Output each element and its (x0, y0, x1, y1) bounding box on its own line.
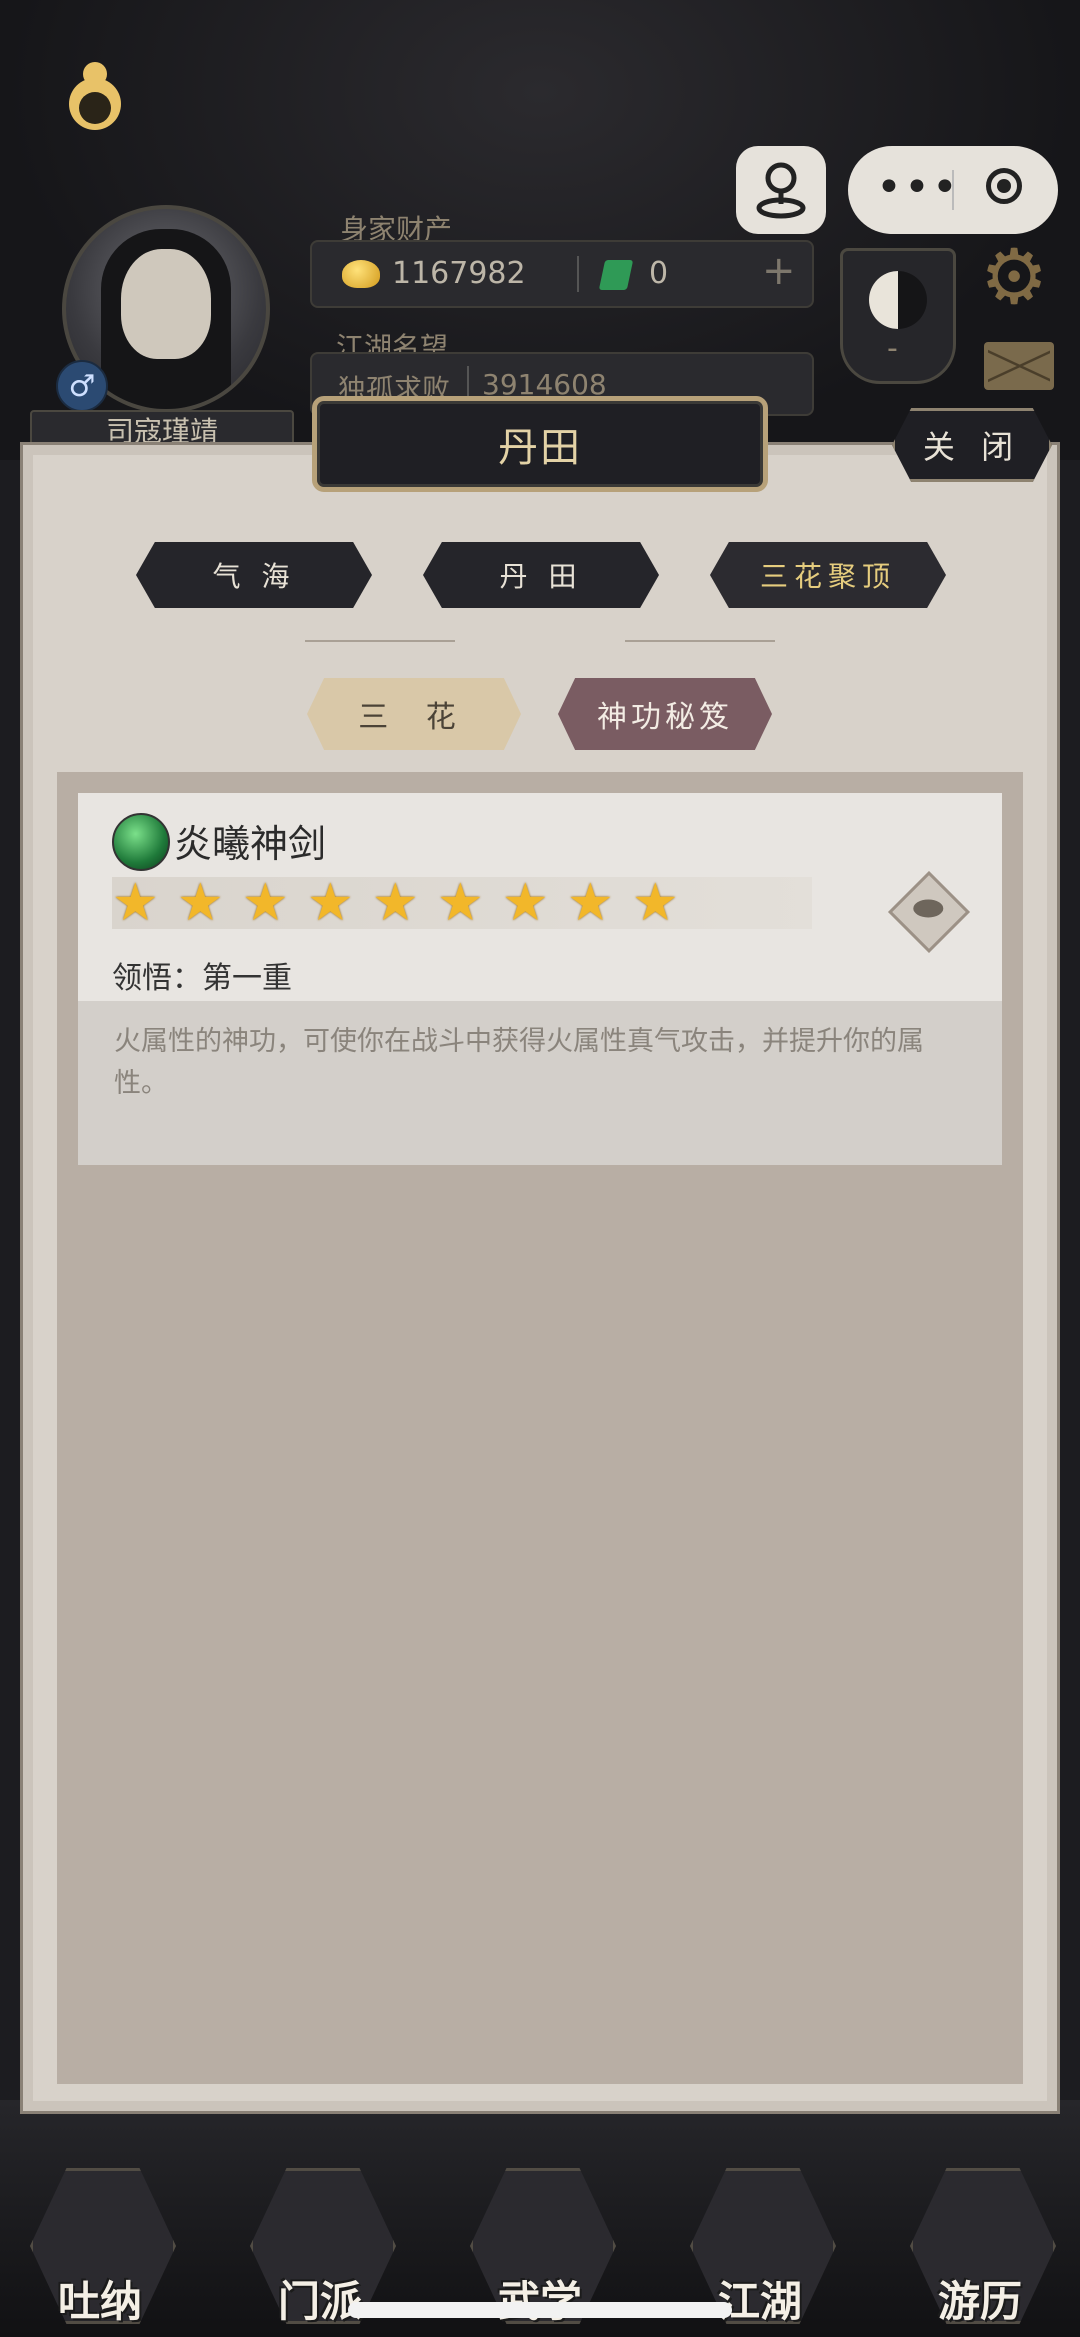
banner-value: - (887, 331, 898, 366)
close-target-icon[interactable] (986, 168, 1022, 204)
nav-tuna[interactable]: 吐纳 (20, 2268, 180, 2329)
user-pin-icon (756, 162, 806, 219)
skill-name: 炎曦神剑 (174, 822, 327, 866)
star-icon: ★ (242, 873, 289, 933)
sword-skill-icon (112, 813, 170, 871)
view-details-button[interactable] (887, 870, 971, 954)
home-indicator[interactable] (348, 2302, 732, 2318)
skill-card[interactable]: 炎曦神剑 ★ ★ ★ ★ ★ ★ ★ ★ ★ 领悟：第一重 火属性的神功，可使你在战斗中获得火属… (78, 793, 1002, 1165)
taiji-banner[interactable]: - (840, 248, 956, 384)
eye-icon (913, 899, 944, 918)
tab-sanhua-juding[interactable]: 三花聚顶 (710, 542, 946, 608)
jade-value: 0 (649, 256, 669, 291)
divider-ornament-left (305, 640, 455, 642)
user-profile-button[interactable] (736, 146, 826, 234)
star-icon: ★ (307, 873, 354, 933)
gold-value: 1167982 (392, 256, 526, 291)
add-currency-button[interactable]: + (762, 248, 796, 294)
nav-menpai[interactable]: 门派 (240, 2268, 400, 2329)
star-icon: ★ (177, 873, 224, 933)
tab-dantian[interactable]: 丹 田 (423, 542, 659, 608)
enlightenment-level: 领悟：第一重 (112, 961, 292, 996)
more-menu-icon[interactable]: ••• (876, 162, 960, 213)
avatar-face (121, 249, 211, 359)
star-icon: ★ (372, 873, 419, 933)
skill-description: 火属性的神功，可使你在战斗中获得火属性真气攻击，并提升你的属性。 (114, 1026, 924, 1099)
jade-icon (598, 260, 634, 290)
subtab-secret-manual[interactable]: 神功秘笈 (558, 678, 772, 750)
nav-wuxue[interactable]: 武学 (460, 2268, 620, 2329)
gear-icon[interactable]: ⚙ (980, 232, 1048, 321)
gold-ingot-icon (342, 260, 380, 288)
divider-ornament-right (625, 640, 775, 642)
capsule-divider (952, 170, 954, 210)
subtab-sanhua[interactable]: 三 花 (307, 678, 521, 750)
skill-card-header: 炎曦神剑 ★ ★ ★ ★ ★ ★ ★ ★ ★ 领悟：第一重 (78, 793, 1002, 1001)
close-button[interactable]: 关 闭 (892, 408, 1052, 482)
mini-program-capsule: ••• (848, 146, 1058, 234)
star-icon: ★ (112, 873, 159, 933)
male-gender-icon: ♂ (56, 360, 108, 412)
panel-title: 丹田 (312, 396, 768, 492)
mail-icon[interactable] (984, 342, 1054, 390)
nav-youli[interactable]: 游历 (900, 2268, 1060, 2329)
tab-qihai[interactable]: 气 海 (136, 542, 372, 608)
wealth-bar: 1167982 0 + (310, 240, 814, 308)
star-icon: ★ (567, 873, 614, 933)
nav-jianghu[interactable]: 江湖 (680, 2268, 840, 2329)
wealth-separator (577, 256, 579, 292)
skill-star-rating: ★ ★ ★ ★ ★ ★ ★ ★ ★ (112, 873, 812, 933)
star-icon: ★ (502, 873, 549, 933)
character-head-icon[interactable] (62, 58, 128, 132)
star-icon: ★ (437, 873, 484, 933)
star-icon: ★ (632, 873, 679, 933)
taiji-icon (869, 271, 927, 329)
